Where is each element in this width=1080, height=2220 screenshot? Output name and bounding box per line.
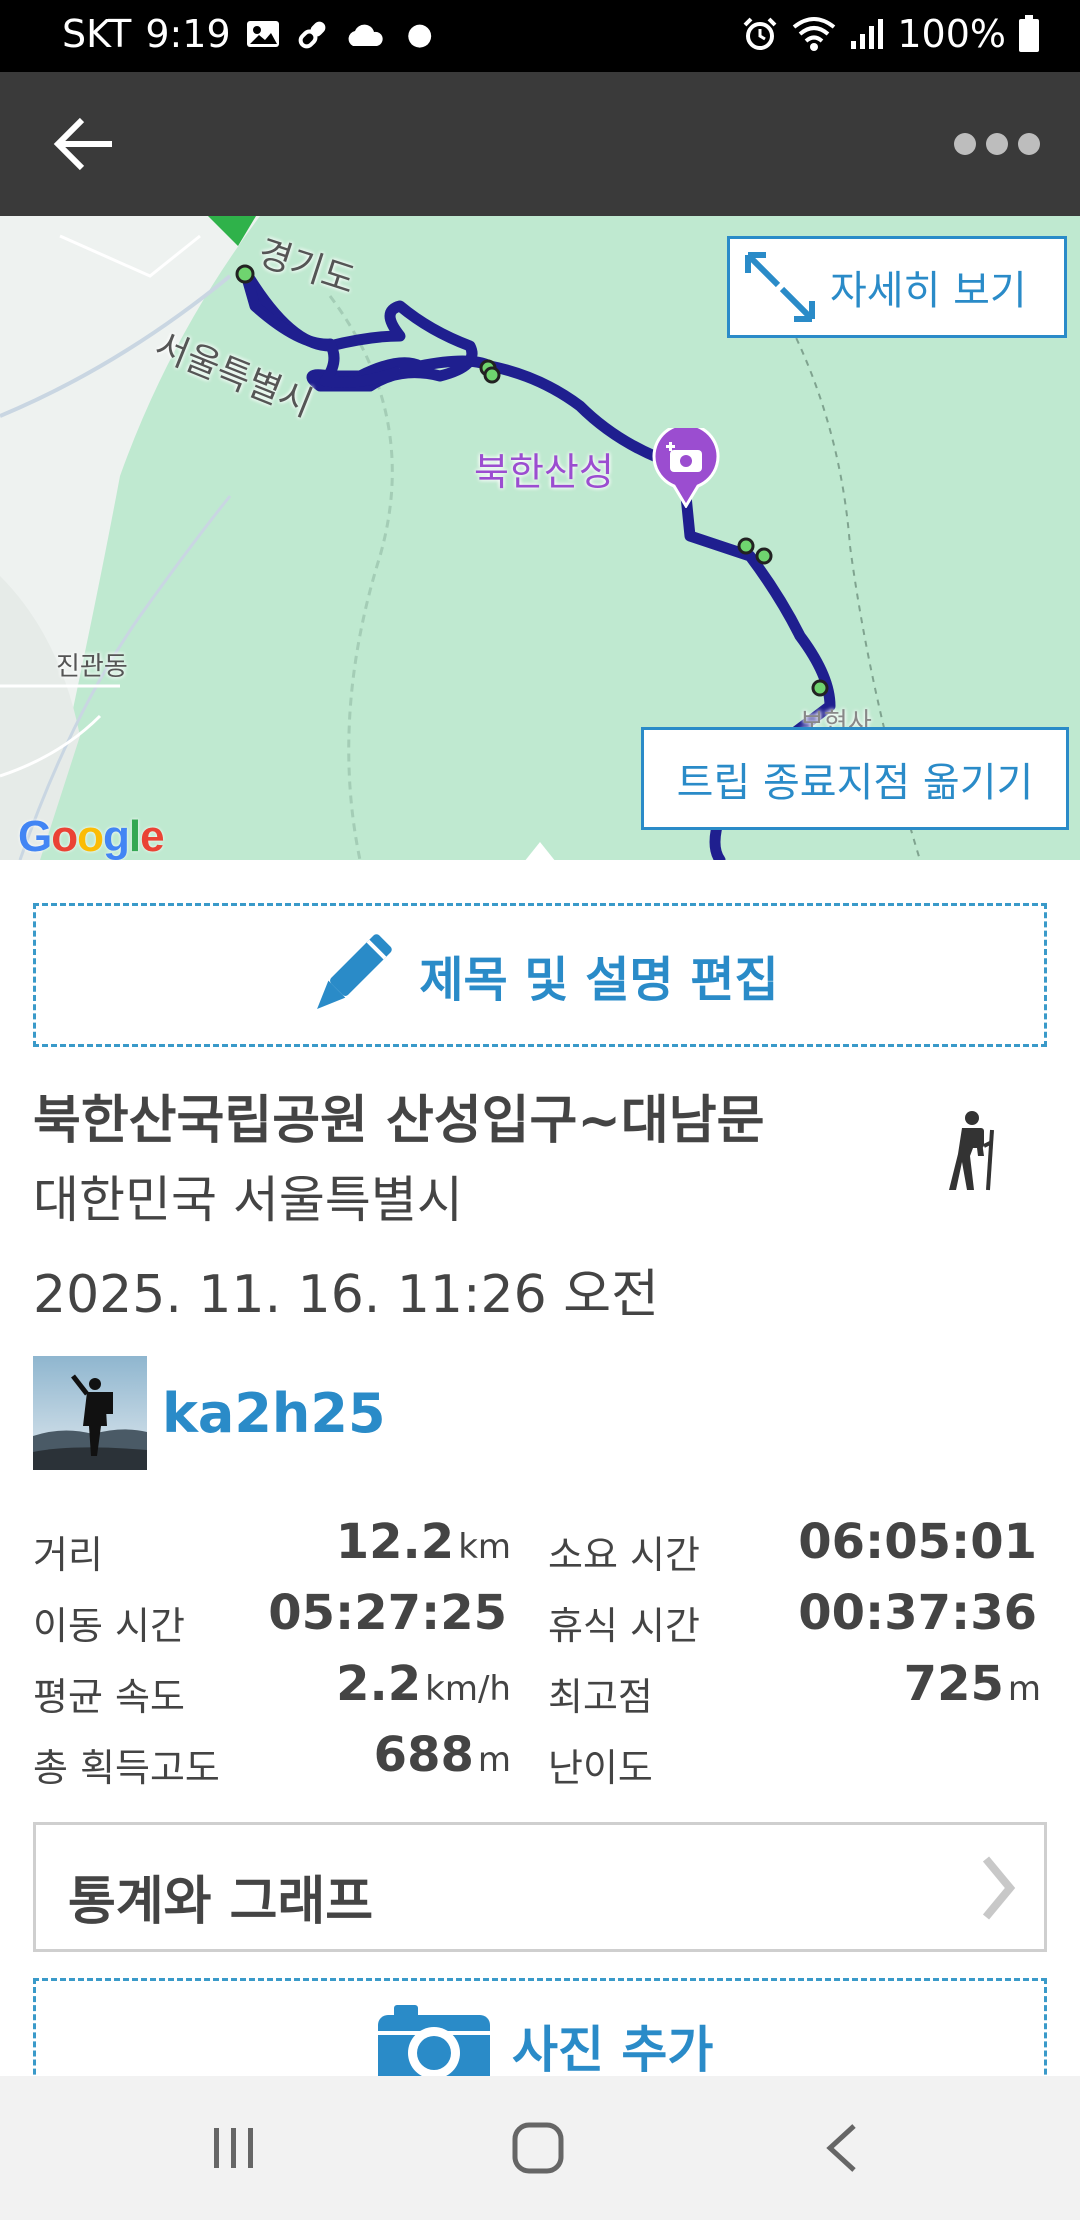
- stat-value: 12.2 km: [336, 1514, 511, 1570]
- route-map[interactable]: 경기도 서울특별시 진관동 북한산성 보현사 자세히 보기 트립 종료지점 옮기…: [0, 216, 1080, 860]
- stat-unit: km/h: [425, 1669, 511, 1709]
- stat-label: 난이도: [548, 1746, 653, 1790]
- stat-value: 06:05:01: [798, 1514, 1041, 1570]
- more-dot: [1018, 133, 1040, 155]
- stat-unit: m: [1007, 1669, 1041, 1709]
- map-label-jingwan: 진관동: [56, 652, 128, 682]
- stat-label: 거리: [33, 1533, 103, 1577]
- detail-view-label: 자세히 보기: [830, 268, 1027, 314]
- battery-icon: [1019, 15, 1039, 52]
- arrow-left-icon[interactable]: [50, 114, 120, 174]
- edit-title-description-button[interactable]: 제목 및 설명 편집: [33, 903, 1047, 1047]
- stat-value: 05:27:25: [268, 1585, 511, 1641]
- stat-label: 평균 속도: [33, 1675, 185, 1719]
- add-photo-label: 사진 추가: [512, 2021, 714, 2079]
- signal-icon: [851, 19, 884, 49]
- more-dot: [986, 133, 1008, 155]
- stat-label: 최고점: [548, 1675, 653, 1719]
- stats-graph-label: 통계와 그래프: [68, 1872, 374, 1932]
- back-icon[interactable]: [822, 2120, 862, 2176]
- status-left: SKT 9:19 ●: [62, 12, 433, 56]
- trip-date: 2025. 11. 16. 11:26 오전: [33, 1265, 659, 1325]
- stat-label: 휴식 시간: [548, 1604, 700, 1648]
- map-label-poi: 북한산성: [474, 450, 614, 494]
- map-pointer-notch: [525, 842, 555, 860]
- stats-graph-button[interactable]: 통계와 그래프: [33, 1822, 1047, 1952]
- more-dots-icon[interactable]: [954, 128, 1044, 160]
- stat-number: 00:37:36: [798, 1585, 1037, 1641]
- hiker-icon: [949, 1111, 994, 1191]
- expand-icon: [745, 252, 815, 322]
- stat-unit: km: [458, 1527, 511, 1567]
- stat-row: 이동 시간 05:27:25 휴식 시간 00:37:36: [33, 1581, 1047, 1652]
- trip-stats: 거리 12.2 km 소요 시간 06:05:01 이동 시간 05:27:25 …: [33, 1510, 1047, 1794]
- cloud-icon: [348, 24, 383, 46]
- trip-title: 북한산국립공원 산성입구~대남문: [33, 1091, 765, 1151]
- stat-number: 2.2: [336, 1656, 422, 1712]
- stat-row: 평균 속도 2.2 km/h 최고점 725 m: [33, 1652, 1047, 1723]
- stat-number: 688: [373, 1727, 474, 1783]
- stat-label: 총 획득고도: [33, 1746, 220, 1790]
- stat-value: 725 m: [904, 1656, 1041, 1712]
- alarm-icon: [743, 17, 777, 50]
- stat-row: 총 획득고도 688 m 난이도: [33, 1723, 1047, 1794]
- google-logo: Google: [18, 812, 165, 860]
- recent-apps-icon[interactable]: [210, 2120, 258, 2176]
- chevron-right-icon: [982, 1856, 1016, 1920]
- status-right: 100%: [741, 12, 1040, 56]
- stat-number: 05:27:25: [268, 1585, 507, 1641]
- move-end-point-button[interactable]: 트립 종료지점 옮기기: [641, 727, 1069, 830]
- status-bar: SKT 9:19 ● 100%: [0, 0, 1080, 72]
- dot-icon: ●: [406, 16, 433, 52]
- move-end-point-label: 트립 종료지점 옮기기: [676, 759, 1034, 806]
- image-icon: [246, 21, 279, 47]
- camera-poi-icon[interactable]: [652, 428, 720, 508]
- stat-row: 거리 12.2 km 소요 시간 06:05:01: [33, 1510, 1047, 1581]
- home-icon[interactable]: [510, 2120, 566, 2176]
- username[interactable]: ka2h25: [162, 1382, 386, 1445]
- app-bar: [0, 72, 1080, 216]
- wifi-icon: [793, 17, 836, 51]
- pencil-icon: [317, 934, 393, 1009]
- detail-view-button[interactable]: 자세히 보기: [727, 236, 1067, 338]
- avatar[interactable]: [33, 1356, 147, 1470]
- carrier-label: SKT: [62, 12, 132, 56]
- stat-label: 이동 시간: [33, 1604, 185, 1648]
- stat-value: 00:37:36: [798, 1585, 1041, 1641]
- stat-number: 12.2: [335, 1514, 455, 1570]
- stat-number: 06:05:01: [798, 1514, 1037, 1570]
- link-icon: [298, 21, 326, 49]
- stat-value: 2.2 km/h: [336, 1656, 511, 1712]
- stat-number: 725: [903, 1656, 1004, 1712]
- edit-title-description-label: 제목 및 설명 편집: [419, 952, 779, 1008]
- stat-unit: m: [477, 1740, 511, 1780]
- time-label: 9:19: [145, 12, 231, 56]
- stat-value: 688 m: [374, 1727, 511, 1783]
- more-dot: [954, 133, 976, 155]
- stat-label: 소요 시간: [548, 1533, 700, 1577]
- stat-value: [1037, 1727, 1041, 1783]
- battery-percent: 100%: [897, 12, 1006, 56]
- trip-location: 대한민국 서울특별시: [33, 1171, 463, 1229]
- system-nav-bar: [0, 2076, 1080, 2220]
